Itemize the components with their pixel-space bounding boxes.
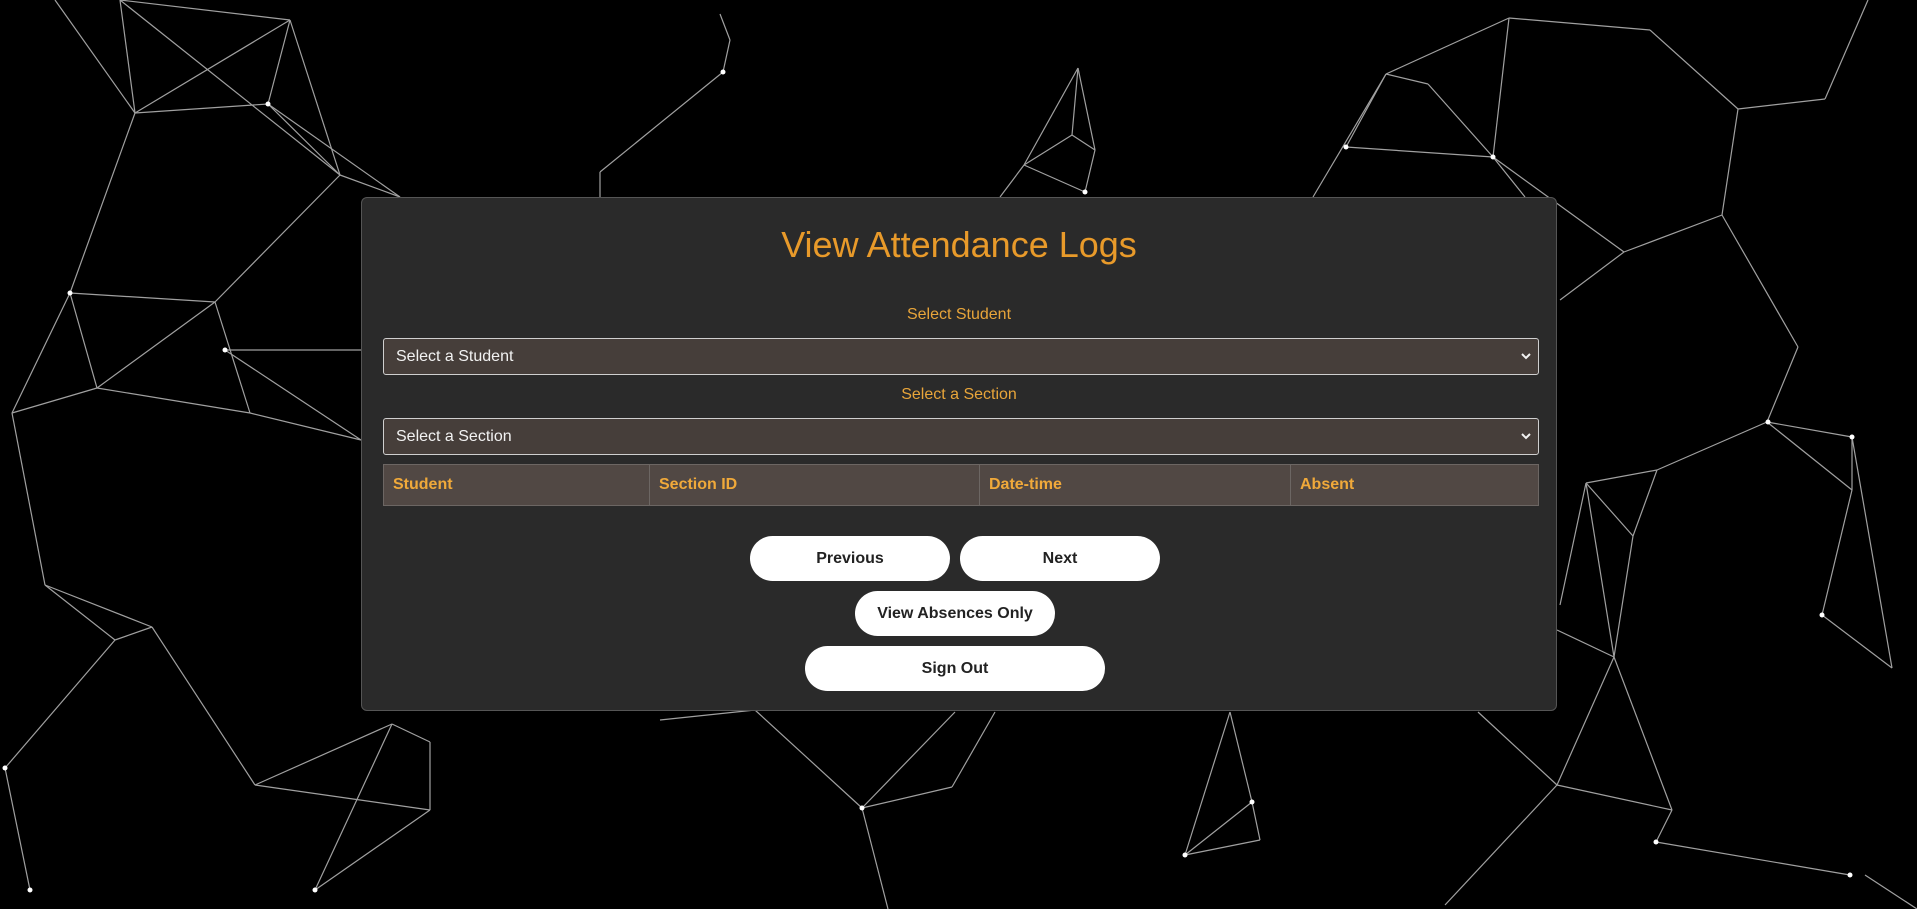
next-button[interactable]: Next xyxy=(960,536,1160,581)
chevron-down-icon xyxy=(1521,353,1531,360)
section-select[interactable]: Select a Section xyxy=(383,418,1539,455)
attendance-panel: View Attendance Logs Select Student Sele… xyxy=(361,197,1557,711)
view-absences-only-button[interactable]: View Absences Only xyxy=(855,591,1055,636)
chevron-down-icon xyxy=(1521,433,1531,440)
student-select[interactable]: Select a Student xyxy=(383,338,1539,375)
student-select-value: Select a Student xyxy=(396,348,514,365)
section-select-value: Select a Section xyxy=(396,428,512,445)
section-select-label: Select a Section xyxy=(901,386,1017,403)
attendance-table-header: Student Section ID Date-time Absent xyxy=(383,464,1539,506)
page-title: View Attendance Logs xyxy=(781,224,1137,265)
column-header-student[interactable]: Student xyxy=(384,465,650,505)
column-header-section-id[interactable]: Section ID xyxy=(650,465,980,505)
column-header-absent[interactable]: Absent xyxy=(1291,465,1538,505)
column-header-date-time[interactable]: Date-time xyxy=(980,465,1291,505)
previous-button[interactable]: Previous xyxy=(750,536,950,581)
sign-out-button[interactable]: Sign Out xyxy=(805,646,1105,691)
student-select-label: Select Student xyxy=(906,306,1012,323)
